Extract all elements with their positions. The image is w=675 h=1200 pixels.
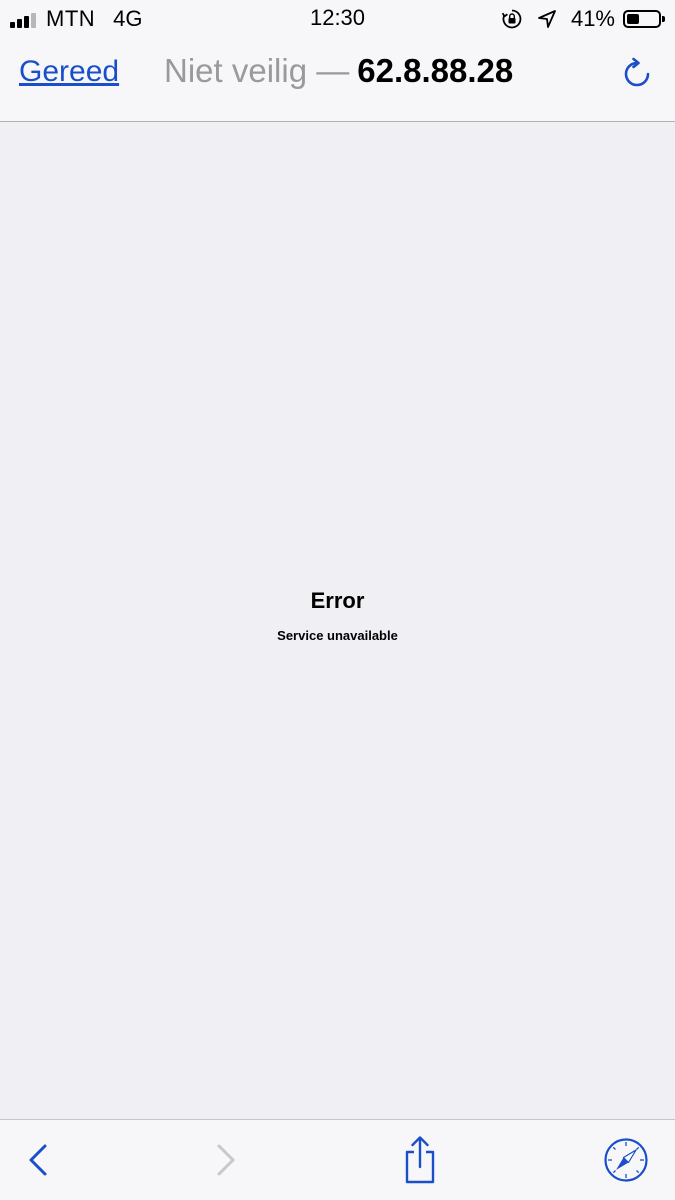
browser-nav-bar: Gereed Niet veilig —62.8.88.28 bbox=[0, 38, 675, 122]
reload-button[interactable] bbox=[619, 56, 655, 92]
battery-fill bbox=[627, 14, 639, 24]
forward-chevron-icon bbox=[217, 1144, 235, 1176]
url-display[interactable]: Niet veilig —62.8.88.28 bbox=[164, 52, 513, 90]
back-chevron-icon bbox=[29, 1144, 47, 1176]
share-icon bbox=[405, 1136, 435, 1184]
battery-icon bbox=[623, 10, 665, 28]
security-warning-label: Niet veilig — bbox=[164, 52, 350, 89]
battery-tip bbox=[662, 16, 665, 22]
forward-button[interactable] bbox=[200, 1120, 250, 1200]
battery-percentage: 41% bbox=[570, 6, 615, 31]
error-message: Service unavailable bbox=[277, 628, 398, 643]
reload-icon bbox=[624, 57, 650, 87]
location-arrow-icon bbox=[537, 9, 557, 29]
url-host: 62.8.88.28 bbox=[357, 52, 514, 89]
safari-compass-icon bbox=[604, 1138, 648, 1182]
back-button[interactable] bbox=[14, 1120, 64, 1200]
done-button[interactable]: Gereed bbox=[19, 55, 119, 89]
share-button[interactable] bbox=[395, 1120, 445, 1200]
status-right: 41% bbox=[501, 5, 665, 33]
browser-toolbar bbox=[0, 1119, 675, 1200]
status-bar: MTN 4G 12:30 41% bbox=[0, 0, 675, 38]
web-content: Error Service unavailable bbox=[0, 122, 675, 1119]
phone-screen: MTN 4G 12:30 41% Gereed Niet veilig — 62… bbox=[0, 0, 675, 1200]
error-title: Error bbox=[310, 588, 365, 613]
rotation-lock-icon bbox=[501, 8, 523, 30]
open-in-safari-button[interactable] bbox=[600, 1120, 652, 1200]
